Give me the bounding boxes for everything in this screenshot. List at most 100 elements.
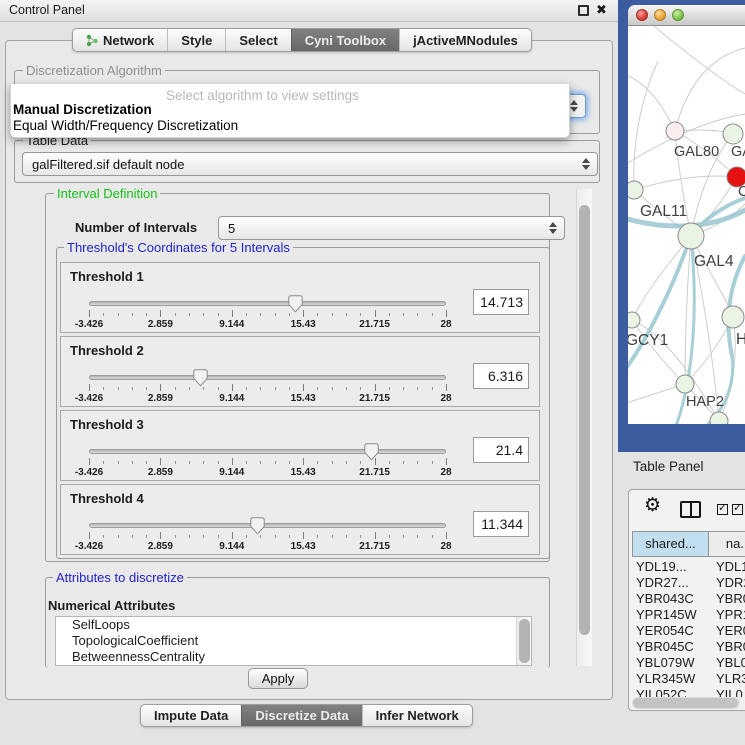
slider-tick-labels: -3.426 2.859 9.144 15.43 21.715 28 [89,541,446,552]
control-panel-title: Control Panel [9,3,85,17]
node-label-gcy1: GCY1 [628,332,668,349]
network-node-h[interactable] [722,306,744,328]
apply-button[interactable]: Apply [248,668,308,689]
popup-option-manual-discretization[interactable]: Manual Discretization [13,102,152,117]
threshold-4-value-field[interactable]: 11.344 [473,511,529,537]
network-canvas[interactable]: GAL80 GA C GAL11 GAL4 GCY1 H HAP2 [628,26,745,424]
discretization-algorithm-group-title: Discretization Algorithm [23,63,165,78]
node-label-h: H [736,331,745,348]
minimize-traffic-light-button[interactable] [654,9,666,21]
algorithm-popup-placeholder: Select algorithm to view settings [166,88,359,103]
network-node-hap2[interactable] [676,375,694,393]
numerical-attributes-label: Numerical Attributes [48,598,175,613]
table-panel-title: Table Panel [633,459,704,474]
float-window-icon[interactable] [578,5,589,16]
table-horizontal-scrollbar[interactable] [632,697,740,709]
node-label-gal80: GAL80 [674,144,719,160]
slider-ticks [89,310,446,318]
network-node-gal4[interactable] [678,223,704,249]
close-traffic-light-button[interactable] [636,9,648,21]
list-item[interactable]: BetweennessCentrality [56,649,531,665]
stepper-icon [549,222,557,234]
network-icon [86,33,99,48]
number-of-intervals-combobox[interactable]: 5 [218,216,565,240]
tab-cyni-toolbox[interactable]: Cyni Toolbox [291,29,399,51]
threshold-1-value-field[interactable]: 14.713 [473,289,529,315]
control-panel-titlebar: Control Panel [0,0,618,22]
scrollbar-thumb[interactable] [519,619,530,663]
algorithm-popup: Select algorithm to view settings Manual… [10,84,570,138]
table-row[interactable]: YBL079WYBL0 [632,655,745,671]
table-row[interactable]: YPR145WYPR1 [632,607,745,623]
checkbox-checked-icon[interactable] [717,504,728,515]
slider-tick-labels: -3.426 2.859 9.144 15.43 21.715 28 [89,393,446,404]
network-node-gcy1[interactable] [628,312,640,328]
column-header-shared-name[interactable]: shared... [632,531,709,557]
column-header-name[interactable]: na... [709,531,745,557]
table-row[interactable]: YLR345WYLR3 [632,671,745,687]
slider-tick-labels: -3.426 2.859 9.144 15.43 21.715 28 [89,319,446,330]
threshold-3-panel: Threshold 3 -3.426 2.859 9.144 15.43 21.… [60,410,540,481]
table-data-combobox[interactable]: galFiltered.sif default node [22,152,598,176]
slider-ticks [89,384,446,392]
threshold-3-value-field[interactable]: 21.4 [473,437,529,463]
tab-style[interactable]: Style [167,29,225,51]
table-row[interactable]: YDR27...YDR2 [632,575,745,591]
slider-track[interactable] [89,301,446,306]
tab-discretize-data[interactable]: Discretize Data [241,705,361,726]
slider-ticks [89,532,446,540]
interval-definition-group-title: Interval Definition [54,186,160,201]
close-icon[interactable]: ✖ [596,2,607,18]
network-node-gal11[interactable] [628,181,643,199]
thresholds-group-title: Threshold's Coordinates for 5 Intervals [64,240,293,255]
zoom-traffic-light-button[interactable] [672,9,684,21]
cyni-mode-tabs: Impute Data Discretize Data Infer Networ… [140,704,473,727]
tab-impute-data[interactable]: Impute Data [141,705,241,726]
node-label-hap2: HAP2 [686,394,724,410]
attributes-list-scrollbar[interactable] [516,617,531,665]
slider-track[interactable] [89,449,446,454]
tab-select[interactable]: Select [225,29,290,51]
table-header-row: shared... na... [632,531,745,557]
network-node-top-right[interactable] [723,124,743,144]
attributes-group-title: Attributes to discretize [53,570,187,585]
threshold-3-slider[interactable]: -3.426 2.859 9.144 15.43 21.715 28 [89,443,446,479]
threshold-1-panel: Threshold 1 -3.426 2.859 9.144 15.43 21.… [60,262,540,333]
node-label-partial-right: C [738,184,745,200]
table-row[interactable]: YDL19...YDL1 [632,559,745,575]
table-row[interactable]: YIL052CYIL0 [632,687,745,697]
checkbox-checked-icon[interactable] [732,504,743,515]
scrollbar-thumb[interactable] [579,205,590,635]
slider-tick-labels: -3.426 2.859 9.144 15.43 21.715 28 [89,467,446,478]
gear-icon[interactable]: ⚙ [644,496,661,516]
panel-scrollbar[interactable] [576,189,592,666]
slider-track[interactable] [89,523,446,528]
list-item[interactable]: SelfLoops [56,617,531,633]
node-label-gal4: GAL4 [694,253,734,270]
threshold-4-slider[interactable]: -3.426 2.859 9.144 15.43 21.715 28 [89,517,446,553]
network-window-titlebar [628,5,745,26]
threshold-4-panel: Threshold 4 -3.426 2.859 9.144 15.43 21.… [60,484,540,555]
numerical-attributes-list: SelfLoops TopologicalCoefficient Between… [55,616,532,666]
threshold-2-value-field[interactable]: 6.316 [473,363,529,389]
slider-ticks [89,458,446,466]
table-row[interactable]: YER054CYER0 [632,623,745,639]
table-row[interactable]: YBR043CYBR0 [632,591,745,607]
threshold-1-slider[interactable]: -3.426 2.859 9.144 15.43 21.715 28 [89,295,446,331]
scrollbar-thumb[interactable] [633,698,738,708]
tab-infer-network[interactable]: Infer Network [362,705,472,726]
number-of-intervals-label: Number of Intervals [75,220,197,235]
threshold-2-slider[interactable]: -3.426 2.859 9.144 15.43 21.715 28 [89,369,446,405]
table-row[interactable]: YBR045CYBR0 [632,639,745,655]
slider-track[interactable] [89,375,446,380]
columns-icon[interactable] [680,501,701,518]
node-label-gal11: GAL11 [640,203,687,220]
list-item[interactable]: TopologicalCoefficient [56,633,531,649]
control-panel-tabs: Network Style Select Cyni Toolbox jActiv… [72,28,532,52]
tab-jactivemnodules[interactable]: jActiveMNodules [399,29,531,51]
popup-option-equal-width-frequency[interactable]: Equal Width/Frequency Discretization [13,118,238,133]
stepper-icon [570,100,578,112]
threshold-2-panel: Threshold 2 -3.426 2.859 9.144 15.43 21.… [60,336,540,407]
network-node-gal80[interactable] [666,122,684,140]
tab-network[interactable]: Network [73,29,167,51]
